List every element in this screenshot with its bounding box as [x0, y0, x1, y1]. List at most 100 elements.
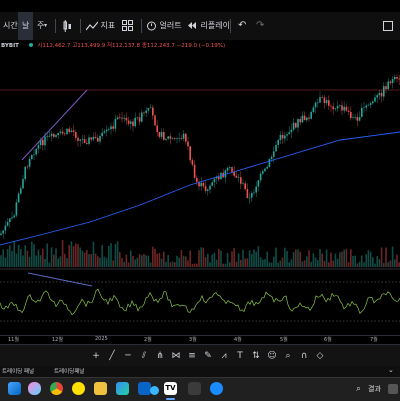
trading-panel-tab[interactable]: 트레이딩 패널: [2, 367, 34, 375]
trendline-tool-icon[interactable]: ╱: [104, 349, 120, 363]
trendline-drawing[interactable]: [21, 89, 88, 161]
volume-bar: [79, 247, 81, 267]
volume-bar: [105, 258, 108, 267]
candle-body: [143, 112, 145, 114]
volume-bar: [182, 255, 185, 267]
panel-collapse-icon[interactable]: ⌄: [388, 366, 394, 374]
magnet-tool-icon[interactable]: ∩: [296, 349, 312, 363]
candle-style-icon[interactable]: [61, 12, 73, 40]
os-taskbar: TV ⌕ 결과: [0, 377, 400, 401]
time-tick-label: 6월: [324, 337, 332, 343]
volume-bar: [286, 250, 288, 267]
chrome-icon[interactable]: [50, 382, 63, 395]
undo-icon[interactable]: ↶: [238, 12, 246, 40]
trading-panel-tab-secondary[interactable]: 트레이딩패널: [54, 367, 84, 375]
app-icon[interactable]: [188, 382, 201, 395]
candle-body: [334, 108, 337, 110]
edge-icon[interactable]: [150, 386, 159, 395]
candle-body: [92, 136, 95, 140]
search-icon[interactable]: ⌕: [356, 384, 361, 394]
volume-bar: [387, 262, 389, 267]
measure-tool-icon[interactable]: ⇅: [248, 349, 264, 363]
volume-bar: [28, 256, 31, 267]
alert-button[interactable]: 얼러트: [146, 12, 182, 40]
interval-dropdown-chevron-icon[interactable]: ▾: [44, 12, 47, 40]
lock-drawings-icon[interactable]: ◇: [312, 349, 328, 363]
volume-bar: [319, 249, 321, 267]
volume-bar: [288, 262, 290, 267]
file-explorer-icon[interactable]: [94, 382, 107, 395]
start-icon[interactable]: [8, 382, 21, 395]
photos-icon[interactable]: [116, 382, 129, 395]
pattern-tool-icon[interactable]: ⋈: [168, 349, 184, 363]
candle-body: [244, 183, 246, 190]
candle-body: [132, 121, 134, 127]
candle-body: [112, 126, 114, 129]
volume-bar: [290, 259, 293, 267]
volume-bar: [22, 255, 24, 267]
icons-tool-icon[interactable]: ☺: [264, 349, 280, 363]
search-result-label[interactable]: 결과: [368, 384, 381, 394]
candle-body: [103, 131, 106, 133]
candle-body: [200, 182, 202, 187]
volume-bar: [308, 250, 310, 267]
pitchfork-tool-icon[interactable]: ⋔: [152, 349, 168, 363]
candle-body: [385, 86, 387, 90]
volume-bar: [99, 257, 101, 267]
volume-bar: [86, 250, 88, 267]
volume-bar: [50, 247, 53, 267]
copilot-icon[interactable]: [28, 382, 41, 395]
indicators-button[interactable]: 지표: [85, 12, 115, 40]
zoom-tool-icon[interactable]: ⌕: [280, 349, 296, 363]
candle-body: [321, 97, 323, 98]
oscillator-trendline-drawing[interactable]: [27, 272, 93, 287]
volume-bar: [48, 262, 51, 267]
layout-square-icon[interactable]: [383, 12, 393, 40]
candle-body: [15, 202, 18, 216]
tray-icon[interactable]: [388, 384, 398, 394]
cursor-icon[interactable]: +: [88, 349, 104, 363]
candle-body: [369, 103, 372, 105]
channel-tool-icon[interactable]: ⫽: [136, 349, 152, 363]
volume-bar: [193, 263, 196, 267]
volume-bar: [198, 250, 200, 267]
candle-body: [59, 131, 62, 133]
redo-icon[interactable]: ↷: [256, 12, 264, 40]
templates-grid-icon[interactable]: [122, 12, 133, 40]
volume-bar: [81, 250, 84, 267]
chat-icon[interactable]: [72, 382, 85, 395]
chart-pane[interactable]: [0, 40, 400, 335]
volume-bar: [270, 262, 273, 267]
horizontal-line-icon[interactable]: ─: [120, 349, 136, 363]
candle-body: [380, 92, 383, 97]
zigzag-tool-icon[interactable]: ⩘: [216, 349, 232, 363]
candle-body: [17, 193, 20, 203]
candle-body: [317, 102, 319, 104]
volume-bar: [367, 250, 370, 267]
fib-tool-icon[interactable]: ≡: [184, 349, 200, 363]
volume-bar: [17, 244, 20, 267]
brush-tool-icon[interactable]: ✎: [200, 349, 216, 363]
tradingview-icon[interactable]: TV: [164, 382, 177, 395]
candle-body: [141, 112, 143, 122]
candle-body: [237, 177, 240, 178]
candle-body: [149, 107, 152, 109]
volume-bar: [116, 241, 119, 267]
time-tick-label: 2025: [95, 336, 108, 342]
outlook-icon[interactable]: [138, 382, 151, 395]
volume-bar: [185, 256, 187, 267]
text-tool-icon[interactable]: T: [232, 349, 248, 363]
candle-body: [101, 132, 103, 137]
candle-body: [136, 117, 139, 118]
volume-bar: [334, 253, 337, 267]
volume-bar: [363, 262, 365, 267]
interval-day-button[interactable]: 날: [18, 12, 34, 40]
legend-exchange[interactable]: BYBIT: [1, 43, 19, 49]
replay-button[interactable]: 리플레이: [187, 12, 230, 40]
volume-bar: [264, 259, 266, 267]
messenger-icon[interactable]: [210, 382, 223, 395]
volume-bar: [231, 251, 233, 267]
volume-bar: [277, 262, 279, 267]
price-chart[interactable]: [0, 40, 400, 335]
candle-body: [163, 132, 165, 140]
